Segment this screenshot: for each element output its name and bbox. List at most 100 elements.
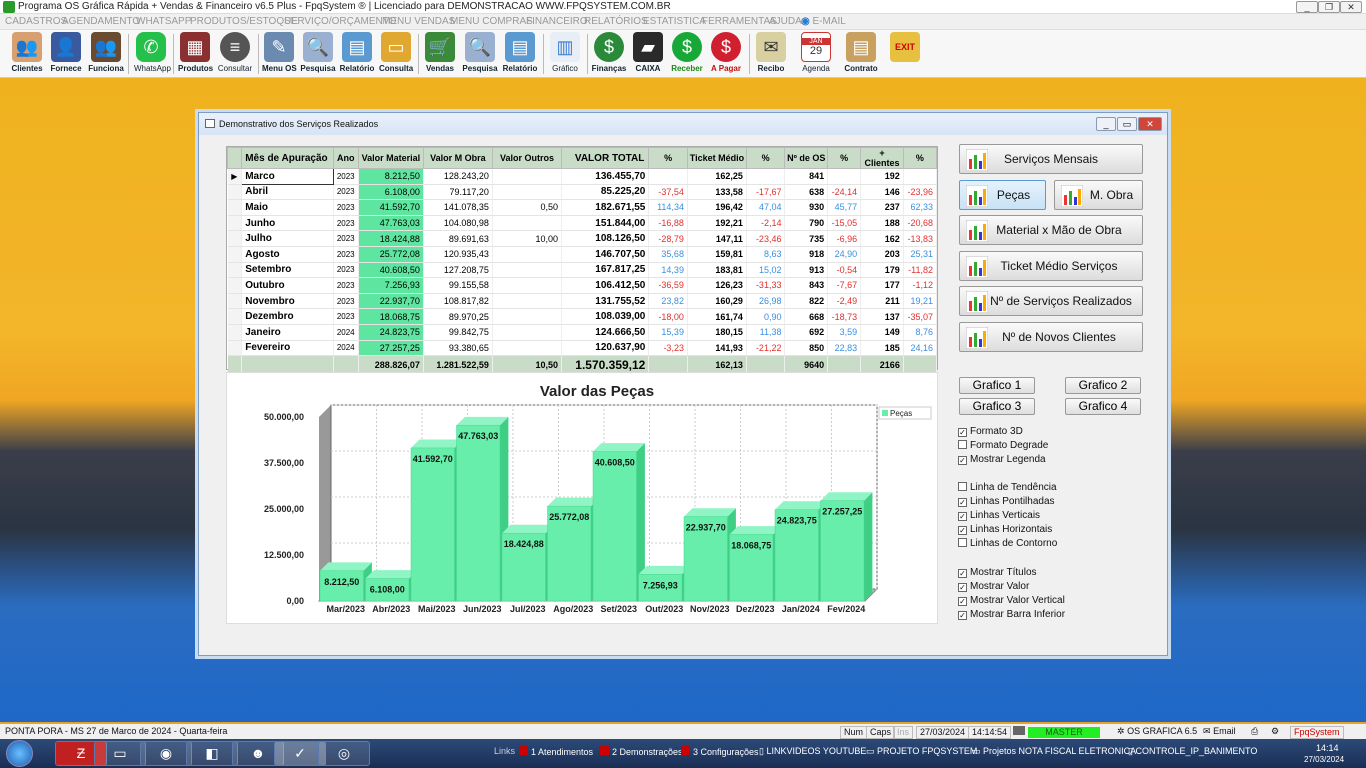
table-cell[interactable]: 162 <box>860 230 904 247</box>
menu-relatorios[interactable]: RELATÓRIOS <box>584 16 648 27</box>
col-num-os[interactable]: Nº de OS <box>784 147 829 169</box>
table-cell[interactable]: Maio <box>241 199 334 216</box>
option-checkbox[interactable]: ✓ Mostrar Legenda <box>958 454 1046 465</box>
consulta-button[interactable]: ▭ Consulta <box>379 32 413 73</box>
table-cell[interactable]: 146 <box>860 184 904 201</box>
table-cell[interactable]: 35,68 <box>648 246 688 263</box>
table-cell[interactable]: -18,00 <box>648 308 688 325</box>
option-checkbox[interactable]: ✓ Linhas Horizontais <box>958 524 1052 535</box>
table-row[interactable]: Novembro 2023 22.937,70 108.817,82 131.755,5… <box>227 293 938 310</box>
table-cell[interactable]: -7,67 <box>827 277 862 294</box>
table-cell[interactable] <box>492 215 563 232</box>
table-cell[interactable]: -6,96 <box>827 230 862 247</box>
table-cell[interactable]: 0,90 <box>746 308 786 325</box>
link-demonstracoes[interactable]: 2 Demonstrações <box>600 746 683 757</box>
agenda-button[interactable]: JAN 29 Agenda <box>798 32 834 73</box>
table-row[interactable]: Setembro 2023 40.608,50 127.208,75 167.817,2… <box>227 262 938 279</box>
link-controle-ip[interactable]: ▯ CONTROLE_IP_BANIMENTO <box>1128 746 1257 757</box>
servicos-mensais-button[interactable]: Serviços Mensais <box>959 144 1143 174</box>
table-cell[interactable]: Julho <box>241 230 334 247</box>
menu-email[interactable]: ◉ E-MAIL <box>801 16 846 27</box>
table-cell[interactable]: -17,67 <box>746 184 786 201</box>
vendas-button[interactable]: 🛒 Vendas <box>423 32 457 73</box>
table-cell[interactable]: -2,49 <box>827 293 862 310</box>
table-cell[interactable]: Junho <box>241 215 334 232</box>
status-email[interactable]: ✉ Email <box>1200 726 1239 739</box>
table-cell[interactable]: 2023 <box>333 184 359 201</box>
col-clientes[interactable]: + Clientes <box>860 147 904 169</box>
table-cell[interactable]: 192,21 <box>687 215 747 232</box>
table-cell[interactable]: 180,15 <box>687 324 747 341</box>
table-cell[interactable]: 120.935,43 <box>423 246 493 263</box>
app-task[interactable]: ◧ <box>186 741 238 766</box>
table-cell[interactable]: 11,38 <box>746 324 786 341</box>
table-cell[interactable]: 188 <box>860 215 904 232</box>
table-cell[interactable]: -16,88 <box>648 215 688 232</box>
link-projetos-nfe[interactable]: ▭ Projetos NOTA FISCAL ELETRONICA <box>972 746 1136 757</box>
table-cell[interactable]: Novembro <box>241 293 334 310</box>
table-row[interactable]: Abril 2023 6.108,00 79.117,20 85.225,20 -37,5… <box>227 184 938 201</box>
option-checkbox[interactable]: ✓ Formato 3D <box>958 426 1023 437</box>
table-cell[interactable]: 177 <box>860 277 904 294</box>
mobra-button[interactable]: M. Obra <box>1054 180 1143 210</box>
table-cell[interactable]: 2024 <box>333 340 359 357</box>
table-cell[interactable]: 15,02 <box>746 262 786 279</box>
table-cell[interactable]: 85.225,20 <box>561 184 650 201</box>
table-cell[interactable]: -11,82 <box>903 262 938 279</box>
table-cell[interactable]: 2023 <box>333 308 359 325</box>
table-cell[interactable] <box>492 324 563 341</box>
table-cell[interactable]: Agosto <box>241 246 334 263</box>
table-cell[interactable] <box>492 308 563 325</box>
menu-ferramentas[interactable]: FERRAMENTAS <box>702 16 777 27</box>
table-cell[interactable]: 99.155,58 <box>423 277 493 294</box>
table-row[interactable]: Fevereiro 2024 27.257,25 93.380,65 120.637,9… <box>227 340 938 357</box>
table-cell[interactable]: 160,29 <box>687 293 747 310</box>
table-cell[interactable]: 930 <box>784 199 829 216</box>
table-cell[interactable]: 3,59 <box>827 324 862 341</box>
table-row[interactable]: Agosto 2023 25.772,08 120.935,43 146.707,50 3… <box>227 246 938 263</box>
produtos-button[interactable]: ▦ Produtos <box>178 32 213 73</box>
table-cell[interactable]: 127.208,75 <box>423 262 493 279</box>
table-cell[interactable]: -28,79 <box>648 230 688 247</box>
table-cell[interactable]: 104.080,98 <box>423 215 493 232</box>
table-cell[interactable]: 147,11 <box>687 230 747 247</box>
table-cell[interactable]: 211 <box>860 293 904 310</box>
table-cell[interactable]: 93.380,65 <box>423 340 493 357</box>
window-minimize-button[interactable]: _ <box>1096 117 1116 131</box>
table-cell[interactable]: 183,81 <box>687 262 747 279</box>
table-cell[interactable]: 114,34 <box>648 199 688 216</box>
chrome-task[interactable]: ◉ <box>140 741 192 766</box>
funciona-button[interactable]: 👥 Funciona <box>88 32 124 73</box>
table-cell[interactable] <box>492 168 563 185</box>
col-valor-material[interactable]: Valor Material <box>357 147 424 169</box>
table-cell[interactable]: 79.117,20 <box>423 184 493 201</box>
table-cell[interactable]: Janeiro <box>241 324 334 341</box>
col-ano[interactable]: Ano <box>332 147 359 169</box>
table-cell[interactable]: -18,73 <box>827 308 862 325</box>
col-pct-total[interactable]: % <box>648 147 688 169</box>
table-cell[interactable]: 913 <box>784 262 829 279</box>
grafico-button[interactable]: ▥ Gráfico <box>548 32 582 73</box>
table-cell[interactable]: 14,39 <box>648 262 688 279</box>
option-checkbox[interactable]: ✓ Mostrar Títulos <box>958 567 1037 578</box>
table-cell[interactable]: 161,74 <box>687 308 747 325</box>
table-cell[interactable]: Marco <box>241 168 334 185</box>
table-cell[interactable] <box>746 168 786 185</box>
table-cell[interactable] <box>492 246 563 263</box>
table-cell[interactable]: 192 <box>860 168 904 185</box>
caixa-button[interactable]: ▰ CAIXA <box>631 32 665 73</box>
table-cell[interactable] <box>492 184 563 201</box>
menu-servico[interactable]: SERVIÇO/ORÇAMENTO <box>284 16 396 27</box>
table-cell[interactable]: 45,77 <box>827 199 862 216</box>
option-checkbox[interactable]: ✓ Mostrar Barra Inferior <box>958 609 1065 620</box>
col-valor-outros[interactable]: Valor Outros <box>491 147 563 169</box>
a-pagar-button[interactable]: $ A Pagar <box>708 32 744 73</box>
window-restore-button[interactable]: ▭ <box>1117 117 1137 131</box>
table-cell[interactable]: 15,39 <box>648 324 688 341</box>
table-cell[interactable]: 141.078,35 <box>423 199 493 216</box>
table-cell[interactable]: 26,98 <box>746 293 786 310</box>
table-cell[interactable]: 108.817,82 <box>423 293 493 310</box>
relatorio-os-button[interactable]: ▤ Relatório <box>338 32 376 73</box>
col-pct-os[interactable]: % <box>827 147 862 169</box>
table-cell[interactable]: 128.243,20 <box>423 168 493 185</box>
